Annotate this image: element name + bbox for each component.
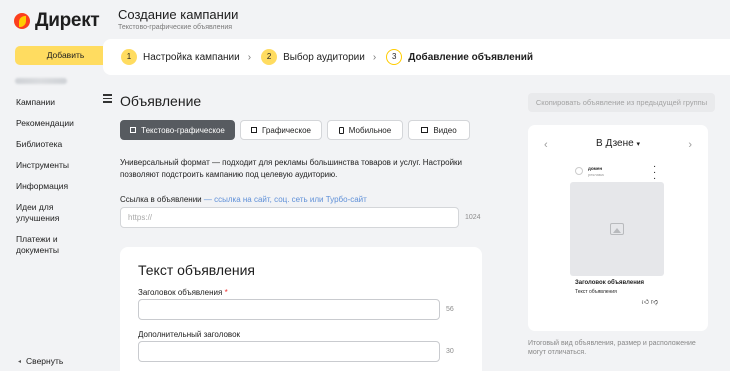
image-icon [251,127,258,133]
link-label: Ссылка в объявлении [120,195,202,204]
chevron-right-icon: › [372,51,377,63]
tab-label: Видео [433,125,457,135]
video-icon [421,127,429,133]
sidebar-item-recommendations[interactable]: Рекомендации [16,118,106,129]
image-icon [610,223,624,235]
sidebar-item-payments[interactable]: Платежи и документы [16,234,72,256]
ad-text-title: Текст объявления [138,262,256,278]
chevron-right-icon: › [247,51,252,63]
page-title: Создание кампании [118,7,239,22]
headline-char-counter: 56 [446,306,454,313]
collapse-sidebar-button[interactable]: ◂ Свернуть [18,356,63,366]
preview-headline: Заголовок объявления [575,280,645,286]
step-number: 2 [261,49,278,65]
link-field-label: Ссылка в объявлении — ссылка на сайт, со… [120,195,367,204]
link-hint: — ссылка на сайт, соц. сеть или Турбо-са… [203,195,367,204]
preview-text: Текст объявления [575,289,617,295]
page-subtitle: Текстово-графические объявления [118,24,233,31]
logo-text: Директ [35,10,100,31]
tab-video[interactable]: Видео [408,120,470,140]
like-dislike-icons: 👍︎ 👎︎ [641,299,658,306]
step-label: Настройка кампании [143,51,240,63]
format-tabs: Текстово-графическое Графическое Мобильн… [120,120,470,140]
headline-label-text: Заголовок объявления [138,288,223,297]
preview-sub: реклама [588,172,604,177]
avatar-icon [575,167,583,175]
mobile-icon [338,126,344,134]
step-add-ads[interactable]: 3 Добавление объявлений [386,49,533,65]
step-number: 1 [121,49,137,65]
preview-ad-card: домен реклама · · · Заголовок объявления Т… [570,162,664,306]
sidebar-item-ideas[interactable]: Идеи для улучшения [16,202,72,224]
step-audience[interactable]: 2 Выбор аудитории [261,49,365,65]
tab-mobile[interactable]: Мобильное [327,120,403,140]
url-input[interactable] [120,207,459,228]
headline-label: Заголовок объявления * [138,288,228,297]
preview-placement-select[interactable]: В Дзене ▾ [528,138,708,149]
section-title: Объявление [120,93,202,109]
yandex-logo-icon [14,13,30,29]
chevron-right-icon[interactable]: › [688,139,692,151]
logo[interactable]: Директ [14,10,100,32]
collapse-label: Свернуть [26,356,64,366]
ad-text-card: Текст объявления Заголовок объявления * … [120,247,482,371]
tab-graphic[interactable]: Графическое [240,120,322,140]
step-number: 3 [386,49,403,65]
step-label: Добавление объявлений [408,51,534,63]
ad-preview: ‹ В Дзене ▾ › домен реклама · · · Заголово… [528,125,708,331]
tab-label: Текстово-графическое [141,125,225,135]
preview-image-placeholder [570,182,664,276]
extra-headline-input[interactable] [138,341,440,362]
more-icon: · · · [653,164,656,183]
chevron-down-icon: ▾ [636,141,640,148]
sidebar-nav: Кампании Рекомендации Библиотека Инструм… [16,97,106,266]
text-graphic-icon [130,127,137,133]
list-icon[interactable] [103,94,112,103]
format-description: Универсальный формат — подходит для рекл… [120,158,463,179]
tab-label: Графическое [262,125,311,135]
campaign-stepper: 1 Настройка кампании › 2 Выбор аудитории… [103,39,730,75]
url-char-counter: 1024 [465,214,481,221]
sidebar-item-info[interactable]: Информация [16,181,106,192]
step-label: Выбор аудитории [283,51,365,63]
chevron-left-icon: ◂ [18,358,22,365]
sidebar-item-campaigns[interactable]: Кампании [16,97,106,108]
preview-domain: домен [588,166,603,171]
copy-previous-ad-button[interactable]: Скопировать объявление из предыдущей гру… [528,93,715,112]
required-marker: * [224,288,228,297]
preview-note: Итоговый вид объявления, размер и распол… [528,340,696,356]
sidebar-item-library[interactable]: Библиотека [16,139,106,150]
sidebar-item-tools[interactable]: Инструменты [16,160,106,171]
tab-text-graphic[interactable]: Текстово-графическое [120,120,235,140]
extra-headline-char-counter: 30 [446,348,454,355]
add-button[interactable]: Добавить [15,46,116,65]
step-campaign-settings[interactable]: 1 Настройка кампании [121,49,240,65]
headline-input[interactable] [138,299,440,320]
preview-placement-label: В Дзене [596,138,634,149]
account-name-blurred[interactable] [15,78,67,84]
extra-headline-label: Дополнительный заголовок [138,330,241,339]
tab-label: Мобильное [348,125,392,135]
